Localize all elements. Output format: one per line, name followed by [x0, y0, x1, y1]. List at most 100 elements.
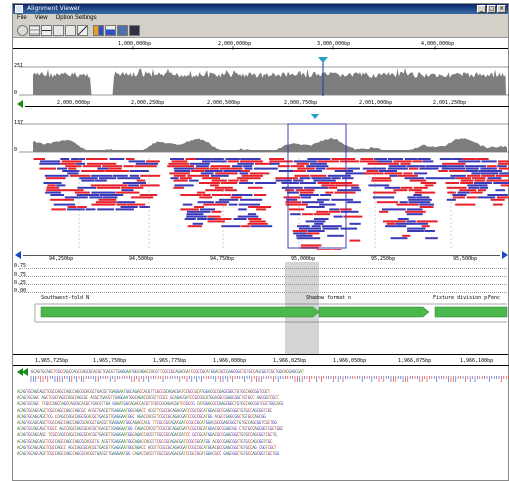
aligned-read: [371, 179, 392, 182]
aligned-read: [199, 182, 220, 184]
aligned-read: [230, 196, 242, 199]
aligned-read: [82, 165, 101, 168]
aligned-read: [121, 189, 134, 192]
aligned-read: [412, 160, 423, 163]
bar-icon[interactable]: [105, 25, 116, 36]
aligned-read: [250, 225, 273, 228]
aligned-read: [108, 167, 122, 170]
aligned-read: [81, 179, 95, 182]
seq-tick: 1,965,775bp: [153, 358, 187, 364]
aligned-read: [223, 170, 242, 172]
aligned-read: [210, 184, 219, 187]
aligned-read: [302, 213, 313, 216]
aligned-read: [340, 160, 360, 163]
color-icon[interactable]: [93, 25, 104, 36]
aligned-read: [459, 189, 477, 192]
menu-file[interactable]: File: [17, 14, 27, 23]
overview-coverage-plot[interactable]: [13, 38, 509, 98]
aligned-read: [313, 179, 336, 182]
split-icon[interactable]: [41, 25, 52, 36]
aligned-read: [239, 179, 248, 182]
aligned-read: [397, 218, 409, 220]
aligned-read: [420, 182, 437, 184]
grid-icon[interactable]: [29, 25, 40, 36]
aligned-read: [202, 177, 220, 180]
zoom-in-icon[interactable]: [53, 25, 64, 36]
aligned-read: [468, 186, 480, 189]
sequence-panel: 1,965,725bp 1,965,750bp 1,965,775bp 1,96…: [13, 354, 509, 481]
aligned-read: [445, 182, 459, 184]
aligned-read: [340, 227, 358, 230]
read-sequence-row: ACAGTGCAGC TCGCCAGCCAGCCAGCGCACGCTGACGTT…: [17, 401, 284, 407]
line-icon[interactable]: [77, 25, 88, 36]
aligned-read: [210, 165, 231, 168]
aligned-read: [441, 167, 466, 170]
aligned-read: [219, 198, 239, 201]
seq-tick: 1,966,000bp: [213, 358, 247, 364]
detail-tick: 2,000,750bp: [284, 100, 318, 106]
minimize-button[interactable]: _: [477, 5, 486, 13]
open-icon[interactable]: [17, 25, 28, 36]
aligned-read: [301, 196, 312, 199]
aligned-read: [39, 167, 56, 170]
aligned-read: [419, 203, 434, 206]
aligned-read: [384, 172, 403, 175]
aligned-read: [474, 179, 486, 182]
aligned-read: [136, 179, 146, 182]
gene-label: Fixture division p: [433, 295, 488, 301]
maximize-button[interactable]: □: [487, 5, 496, 13]
aligned-read: [56, 184, 66, 187]
aligned-read: [115, 208, 134, 211]
aligned-read: [97, 167, 109, 170]
aligned-read: [425, 237, 438, 240]
read-pileup-plot[interactable]: [13, 114, 509, 250]
aligned-read: [328, 210, 340, 213]
aligned-read: [368, 184, 390, 187]
aligned-read: [197, 191, 206, 194]
close-button[interactable]: ×: [497, 5, 506, 13]
print-icon[interactable]: [129, 25, 140, 36]
aligned-read: [395, 222, 418, 225]
aligned-read: [140, 184, 160, 187]
aligned-read: [331, 177, 341, 180]
save-icon[interactable]: [117, 25, 128, 36]
aligned-read: [269, 160, 293, 163]
aligned-read: [321, 225, 342, 228]
pointer-icon[interactable]: [65, 25, 76, 36]
aligned-read: [170, 158, 184, 160]
gene-track[interactable]: [13, 262, 509, 354]
aligned-read: [122, 182, 146, 184]
aligned-read: [334, 191, 356, 194]
aligned-read: [199, 196, 213, 199]
aligned-read: [305, 220, 326, 223]
aligned-read: [475, 158, 489, 160]
aligned-read: [224, 189, 237, 192]
aligned-read: [221, 225, 241, 228]
aligned-read: [62, 170, 80, 172]
menu-option-settings[interactable]: Option Settings: [56, 14, 97, 23]
aligned-read: [207, 215, 221, 218]
aligned-read: [215, 201, 230, 204]
aligned-read: [390, 237, 408, 240]
aligned-read: [207, 220, 225, 223]
aligned-read: [67, 172, 79, 175]
aligned-read: [281, 186, 303, 189]
aligned-read: [480, 172, 499, 175]
aligned-read: [195, 158, 212, 160]
aligned-read: [360, 158, 374, 160]
aligned-read: [493, 182, 509, 184]
aligned-read: [347, 167, 360, 170]
menu-view[interactable]: View: [35, 14, 48, 23]
aligned-read: [422, 160, 434, 163]
aligned-read: [405, 210, 426, 213]
aligned-read: [109, 158, 125, 160]
aligned-read: [97, 186, 121, 189]
aligned-read: [402, 234, 411, 237]
aligned-read: [275, 179, 292, 182]
aligned-read: [498, 167, 509, 170]
aligned-read: [297, 167, 315, 170]
detail-ruler: 2,000,000bp 2,000,250bp 2,000,500bp 2,00…: [13, 96, 509, 114]
aligned-read: [419, 206, 434, 208]
aligned-read: [457, 191, 470, 194]
aligned-read: [185, 158, 196, 160]
